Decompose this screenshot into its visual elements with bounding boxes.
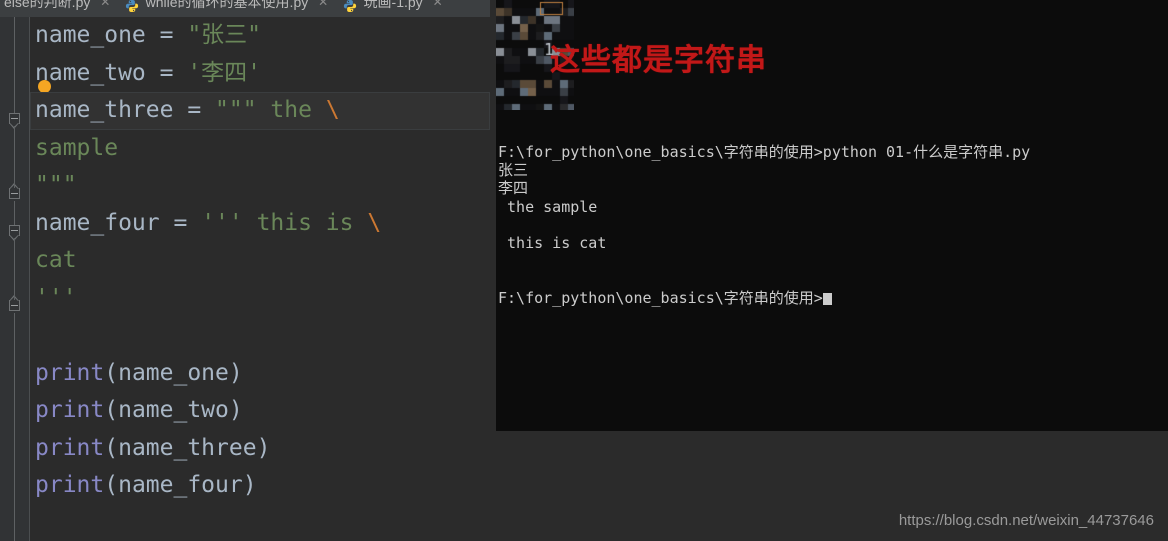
tab-while-xunhuan[interactable]: while的循环的基本使用.py ✕ [121,0,334,13]
code-token: = [159,59,188,86]
fold-connector-bar [14,313,15,541]
code-token: = [159,22,188,48]
code-token: name_three [35,97,188,123]
console-caret [822,292,832,305]
code-token: print [35,434,105,461]
code-token: '李四' [187,59,262,86]
code-line: print(name_two) [30,392,490,430]
code-token: ''' this is [201,209,368,236]
python-file-icon [343,0,357,13]
annotation-text: 这些都是字符串 [550,43,767,78]
code-token: name_one [35,22,160,48]
console-output: F:\for_python\one_basics\字符串的使用>python 0… [496,143,1168,307]
code-token: \ [367,209,382,236]
code-token: name_four [35,209,174,236]
close-icon[interactable]: ✕ [100,0,110,9]
fold-connector-bar [14,201,15,225]
tab-label: else的判断.py [4,0,91,10]
code-token: name_two [35,59,160,86]
console-line: 李四 [498,179,529,198]
console-line: 张三 [498,161,529,180]
code-token: ''' [35,284,77,311]
editor-tab-bar: else的判断.py ✕ while的循环的基本使用.py ✕ 玩画-1.py … [0,0,490,17]
fold-end-icon[interactable] [9,295,22,313]
watermark: https://blog.csdn.net/weixin_44737646 [898,512,1154,529]
code-line: cat [30,242,490,280]
code-token: (name_two) [104,397,243,423]
console-line: the sample [498,197,598,216]
code-token: sample [35,134,119,161]
fold-connector-bar [14,238,15,300]
python-file-icon [125,0,139,13]
code-token: """ the [215,97,326,123]
fold-connector-bar [14,17,15,113]
close-icon[interactable]: ✕ [318,0,328,9]
code-line: name_two = '李四' [30,55,490,93]
code-line: name_three = """ the \ [30,92,490,130]
console-line: this is cat [498,233,607,252]
code-token: \ [325,97,340,123]
code-line: ''' [30,280,490,318]
code-line: name_one = "张三" [30,17,490,55]
code-text-area[interactable]: name_one = "张三" name_two = '李四' name_three… [30,17,490,541]
close-icon[interactable]: ✕ [433,0,443,9]
code-editor[interactable]: name_one = "张三" name_two = '李四' name_three… [0,17,490,541]
code-token: (name_one) [104,359,243,386]
console-line: F:\for_python\one_basics\字符串的使用> [496,289,1168,307]
code-token: "张三" [187,22,262,48]
code-token: print [35,472,105,498]
tab-label: while的循环的基本使用.py [145,0,309,10]
code-line: print(name_four) [30,467,490,505]
code-token: = [173,209,202,236]
fold-start-icon[interactable] [9,113,22,129]
code-line: sample [30,130,490,168]
code-token: (name_four) [104,472,257,498]
fold-end-icon[interactable] [9,183,22,201]
fold-start-icon[interactable] [9,225,22,241]
code-token: """ [35,172,77,198]
code-token: cat [35,247,77,273]
code-line: print(name_three) [30,430,490,468]
console-line: F:\for_python\one_basics\字符串的使用>python 0… [498,143,1031,161]
tab-wanhua-1[interactable]: 玩画-1.py ✕ [339,0,449,13]
tab-label: 玩画-1.py [363,0,423,10]
code-token: print [35,397,105,423]
fold-connector-bar [14,126,15,188]
code-token: (name_three) [104,434,271,461]
code-token: = [187,97,216,123]
editor-gutter[interactable] [0,17,30,541]
code-token: print [35,359,105,386]
code-line: """ [30,167,490,205]
tab-else-panduan[interactable]: else的判断.py ✕ [0,0,116,13]
code-line: name_four = ''' this is \ [30,205,490,243]
code-line: print(name_one) [30,355,490,393]
ide-window: else的判断.py ✕ while的循环的基本使用.py ✕ 玩画-1.py … [0,0,1168,541]
